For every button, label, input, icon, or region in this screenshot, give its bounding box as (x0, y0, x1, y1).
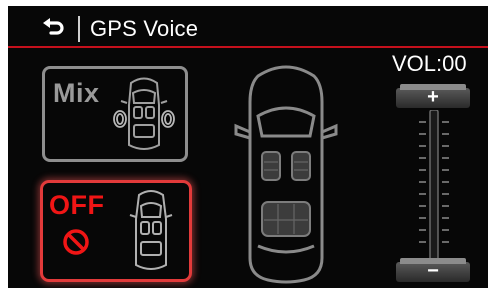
volume-label: VOL:00 (392, 51, 467, 76)
title-bar: GPS Voice (8, 6, 488, 50)
off-mode-label: OFF (49, 190, 105, 220)
car-speakers-icon (111, 75, 177, 155)
back-arrow-icon[interactable] (40, 16, 68, 40)
volume-up-button[interactable]: + (396, 84, 470, 110)
page-title: GPS Voice (90, 16, 199, 41)
volume-down-button[interactable]: − (396, 258, 470, 284)
gps-voice-screen: GPS Voice Mix OFF VOL:00 + − (8, 6, 488, 288)
volume-slider[interactable] (414, 109, 454, 261)
minus-icon: − (427, 260, 439, 282)
no-sign-icon (61, 227, 91, 257)
off-mode-button[interactable]: OFF (40, 180, 192, 282)
plus-icon: + (427, 86, 439, 108)
car-icon (127, 189, 175, 275)
car-top-view-icon (230, 62, 342, 284)
mix-mode-label: Mix (53, 78, 100, 108)
mix-mode-button[interactable]: Mix (42, 66, 188, 162)
title-underline (8, 46, 488, 48)
title-separator (78, 16, 80, 42)
